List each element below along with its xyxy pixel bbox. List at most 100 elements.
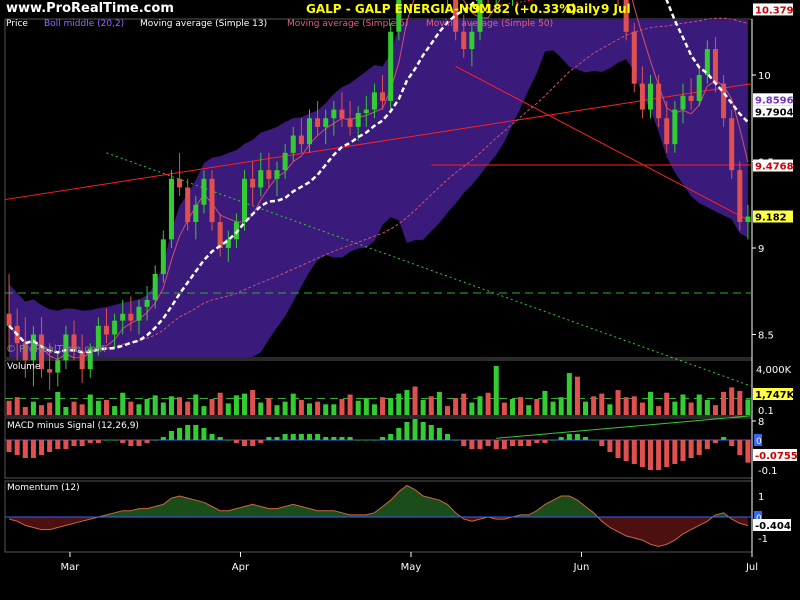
volume-bar [225, 403, 231, 415]
macd-bar [583, 437, 589, 440]
macd-bar [363, 440, 369, 441]
macd-bar [672, 440, 678, 464]
volume-bar [639, 402, 645, 415]
volume-bar [680, 394, 686, 415]
volume-bar [623, 397, 629, 415]
volume-bar [737, 390, 743, 415]
macd-bar [566, 434, 572, 440]
month-label: Mar [61, 562, 81, 573]
macd-bar [144, 440, 150, 443]
volume-bar [420, 399, 426, 415]
candle-body [745, 216, 751, 223]
prorealtime-logo[interactable]: www.ProRealTime.com [6, 1, 174, 16]
volume-bar [428, 396, 434, 415]
volume-bar [209, 398, 215, 415]
legend-item: Moving average (Simple 5) [287, 19, 408, 29]
volume-bar [177, 397, 183, 415]
macd-bar [485, 440, 491, 446]
macd-bar [250, 440, 256, 446]
macd-bar [39, 440, 45, 455]
candle-body [331, 109, 337, 119]
candle-body [315, 118, 321, 127]
macd-bar [518, 440, 524, 446]
macd-zero-label: 0 [756, 437, 762, 447]
bollinger-band [9, 20, 748, 357]
volume-bar [647, 391, 654, 415]
macd-bar [136, 440, 142, 446]
candle-body [266, 170, 272, 179]
macd-bar [558, 437, 564, 440]
candle-body [298, 135, 304, 145]
volume-bar [71, 401, 77, 415]
macd-bar [355, 440, 361, 441]
candle-body [631, 31, 637, 84]
volume-bar [388, 398, 394, 415]
volume-tag-label: 1,747K [755, 390, 796, 401]
macd-tick-label: -0.1 [758, 466, 778, 477]
macd-bar [428, 425, 434, 440]
macd-bar [128, 440, 134, 446]
legend-item: Moving average (Simple 13) [140, 19, 267, 29]
macd-bar [599, 440, 605, 446]
volume-bar [306, 403, 313, 415]
volume-bar [347, 394, 353, 415]
macd-bar [607, 440, 613, 452]
candle-body [152, 273, 158, 300]
candle-body [144, 299, 150, 307]
macd-bar [87, 440, 93, 443]
volume-bar [396, 393, 402, 415]
candle-body [737, 170, 743, 223]
volume-bar [721, 391, 727, 415]
volume-bar [550, 401, 556, 415]
macd-bar [185, 425, 191, 440]
volume-bar [566, 373, 572, 415]
volume-title: Volume [7, 362, 41, 372]
candle-body [469, 31, 475, 50]
volume-bar [339, 398, 345, 415]
volume-bar [729, 387, 735, 415]
candle-body [217, 222, 223, 248]
candle-body [274, 170, 280, 179]
macd-bar [120, 440, 126, 443]
macd-bar [225, 440, 231, 441]
volume-bar [87, 394, 93, 415]
volume-bar [509, 398, 515, 415]
volume-bar [136, 404, 142, 415]
price-change: 9.182 (+0.33%) [472, 2, 577, 16]
volume-bar [485, 392, 491, 415]
volume-bar [193, 394, 199, 415]
volume-bar [55, 391, 61, 415]
macd-bar [258, 440, 264, 443]
macd-bar [347, 437, 353, 440]
candle-body [136, 306, 142, 321]
volume-bar [282, 401, 288, 415]
volume-bar [185, 401, 191, 415]
momentum-title: Momentum (12) [7, 483, 80, 493]
macd-bar [209, 434, 215, 440]
macd-bar [323, 437, 329, 440]
volume-bar [112, 406, 118, 415]
candle-body [128, 313, 134, 321]
macd-bar [615, 440, 621, 458]
volume-bar [461, 393, 467, 415]
macd-bar [152, 440, 158, 441]
macd-bar [63, 440, 69, 449]
candle-body [55, 360, 61, 373]
volume-bar [583, 401, 589, 415]
volume-bar [6, 400, 12, 415]
volume-bar [615, 390, 621, 415]
price-tag-label: 9.4768 [755, 162, 794, 173]
volume-bar [574, 376, 580, 415]
macd-bar [339, 437, 345, 440]
watermark: © ProRealTime.com [6, 344, 106, 355]
macd-bar [274, 437, 280, 440]
macd-bar [721, 437, 727, 440]
macd-bar [469, 440, 475, 449]
candle-body [380, 92, 386, 101]
macd-bar [315, 434, 321, 440]
candle-body [712, 49, 718, 84]
macd-bar [331, 437, 337, 440]
volume-bar [22, 406, 28, 415]
macd-bar [6, 440, 12, 452]
candle-body [371, 92, 377, 110]
